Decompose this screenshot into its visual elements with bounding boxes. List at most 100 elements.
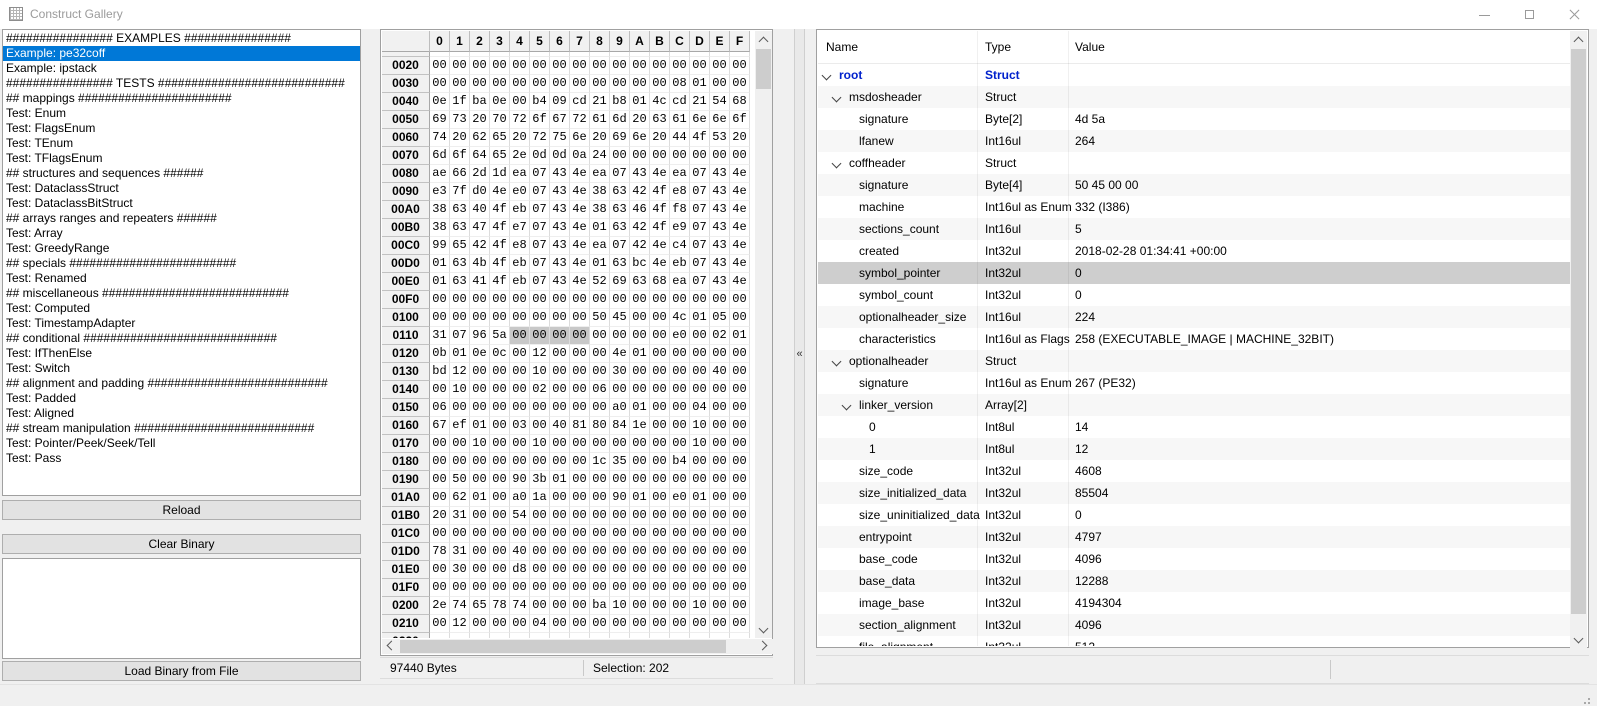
hex-byte-cell[interactable] — [530, 633, 550, 638]
hex-byte-cell[interactable]: 07 — [530, 183, 550, 201]
scroll-up-button[interactable] — [755, 31, 772, 48]
hex-byte-cell[interactable]: 00 — [730, 417, 750, 435]
hex-byte-cell[interactable]: 10 — [530, 363, 550, 381]
hex-byte-cell[interactable]: 00 — [610, 147, 630, 165]
hex-byte-cell[interactable]: 4f — [490, 255, 510, 273]
hex-byte-cell[interactable]: 07 — [690, 183, 710, 201]
hex-byte-cell[interactable]: 00 — [530, 453, 550, 471]
hex-byte-cell[interactable]: 72 — [530, 129, 550, 147]
hex-byte-cell[interactable]: 00 — [490, 561, 510, 579]
hex-byte-cell[interactable]: 65 — [490, 147, 510, 165]
hex-byte-cell[interactable]: 00 — [610, 57, 630, 75]
hex-byte-cell[interactable]: 43 — [550, 183, 570, 201]
hex-byte-cell[interactable]: 01 — [470, 417, 490, 435]
hex-byte-cell[interactable]: 00 — [730, 507, 750, 525]
hex-byte-cell[interactable]: 00 — [590, 57, 610, 75]
hex-byte-cell[interactable]: 09 — [550, 93, 570, 111]
list-item[interactable]: Example: pe32coff — [3, 46, 360, 61]
hex-byte-cell[interactable]: 00 — [530, 75, 550, 93]
hex-byte-cell[interactable]: 00 — [590, 471, 610, 489]
hex-byte-cell[interactable]: 20 — [650, 129, 670, 147]
hex-byte-cell[interactable]: 00 — [570, 615, 590, 633]
hex-byte-cell[interactable]: 90 — [510, 471, 530, 489]
hex-byte-cell[interactable]: 06 — [430, 399, 450, 417]
hex-byte-cell[interactable]: 42 — [630, 219, 650, 237]
hex-byte-cell[interactable]: 00 — [730, 147, 750, 165]
hex-byte-cell[interactable]: 00 — [550, 489, 570, 507]
hex-byte-cell[interactable]: 00 — [510, 345, 530, 363]
hex-byte-cell[interactable]: 00 — [590, 579, 610, 597]
hex-byte-cell[interactable]: 07 — [530, 219, 550, 237]
hex-byte-cell[interactable]: 43 — [550, 219, 570, 237]
hex-byte-cell[interactable]: 00 — [690, 327, 710, 345]
hex-byte-cell[interactable]: 00 — [570, 579, 590, 597]
hex-byte-cell[interactable]: 00 — [510, 363, 530, 381]
tree-row[interactable]: signatureByte[2]4d 5a — [818, 108, 1570, 130]
hex-byte-cell[interactable]: 00 — [630, 435, 650, 453]
hex-byte-cell[interactable]: 00 — [730, 561, 750, 579]
hex-byte-cell[interactable]: 00 — [450, 57, 470, 75]
hex-byte-cell[interactable]: 00 — [590, 615, 610, 633]
hex-byte-cell[interactable]: 10 — [530, 435, 550, 453]
hex-byte-cell[interactable]: 6e — [710, 111, 730, 129]
hex-byte-cell[interactable]: 00 — [730, 453, 750, 471]
hex-byte-cell[interactable]: 00 — [690, 507, 710, 525]
hex-byte-cell[interactable]: 01 — [590, 219, 610, 237]
hex-byte-cell[interactable]: 00 — [670, 471, 690, 489]
hex-byte-cell[interactable]: 00 — [670, 525, 690, 543]
hex-byte-cell[interactable]: 43 — [710, 237, 730, 255]
hex-byte-cell[interactable]: bd — [430, 363, 450, 381]
hex-byte-cell[interactable]: 78 — [490, 597, 510, 615]
hex-byte-cell[interactable]: 07 — [690, 255, 710, 273]
hex-byte-cell[interactable]: 84 — [610, 417, 630, 435]
hex-byte-cell[interactable]: 00 — [670, 615, 690, 633]
hex-byte-cell[interactable]: cd — [570, 93, 590, 111]
hex-byte-cell[interactable]: 07 — [690, 237, 710, 255]
hex-byte-cell[interactable]: 00 — [510, 381, 530, 399]
hex-byte-cell[interactable]: 00 — [570, 543, 590, 561]
hex-byte-cell[interactable]: 00 — [730, 309, 750, 327]
hex-byte-cell[interactable]: 00 — [730, 525, 750, 543]
hex-byte-cell[interactable]: 00 — [630, 75, 650, 93]
hex-byte-cell[interactable] — [570, 633, 590, 638]
hex-byte-cell[interactable]: 01 — [730, 327, 750, 345]
hex-byte-cell[interactable]: 00 — [730, 489, 750, 507]
hex-byte-cell[interactable]: 00 — [710, 57, 730, 75]
hex-byte-cell[interactable]: 00 — [510, 309, 530, 327]
hex-byte-cell[interactable]: 01 — [630, 345, 650, 363]
tree-row[interactable]: optionalheaderStruct — [818, 350, 1570, 372]
hex-byte-cell[interactable]: 00 — [490, 615, 510, 633]
examples-list[interactable]: ################ EXAMPLES ##############… — [2, 29, 361, 496]
list-item[interactable]: ## conditional #########################… — [3, 331, 360, 346]
hex-byte-cell[interactable]: 00 — [550, 453, 570, 471]
hex-byte-cell[interactable]: 00 — [730, 75, 750, 93]
hex-byte-cell[interactable]: 00 — [450, 579, 470, 597]
hex-byte-cell[interactable]: 20 — [510, 129, 530, 147]
hex-byte-cell[interactable]: 00 — [490, 57, 510, 75]
hex-byte-cell[interactable]: 10 — [690, 417, 710, 435]
hex-byte-cell[interactable]: 43 — [710, 183, 730, 201]
hex-horizontal-scrollbar[interactable] — [382, 639, 773, 654]
list-item[interactable]: Test: Array — [3, 226, 360, 241]
hex-byte-cell[interactable]: ef — [450, 417, 470, 435]
list-item[interactable]: Test: GreedyRange — [3, 241, 360, 256]
hex-byte-cell[interactable]: 00 — [710, 543, 730, 561]
hex-byte-cell[interactable]: 62 — [470, 129, 490, 147]
hex-byte-cell[interactable]: 00 — [430, 525, 450, 543]
list-item[interactable]: Example: ipstack — [3, 61, 360, 76]
hex-byte-cell[interactable]: 4e — [570, 255, 590, 273]
hex-byte-cell[interactable]: 08 — [670, 75, 690, 93]
hex-byte-cell[interactable]: 0a — [570, 147, 590, 165]
hex-byte-cell[interactable]: 00 — [490, 75, 510, 93]
hex-byte-cell[interactable]: ea — [590, 237, 610, 255]
hex-byte-cell[interactable]: 00 — [710, 471, 730, 489]
hex-byte-cell[interactable] — [730, 633, 750, 638]
hex-byte-cell[interactable]: 00 — [570, 381, 590, 399]
hex-byte-cell[interactable]: 00 — [650, 525, 670, 543]
hex-byte-cell[interactable]: 54 — [510, 507, 530, 525]
hex-byte-cell[interactable]: 00 — [570, 75, 590, 93]
hex-byte-cell[interactable]: 00 — [650, 579, 670, 597]
load-binary-button[interactable]: Load Binary from File — [2, 661, 361, 681]
hex-byte-cell[interactable]: 0c — [490, 345, 510, 363]
hex-byte-cell[interactable]: 00 — [710, 75, 730, 93]
